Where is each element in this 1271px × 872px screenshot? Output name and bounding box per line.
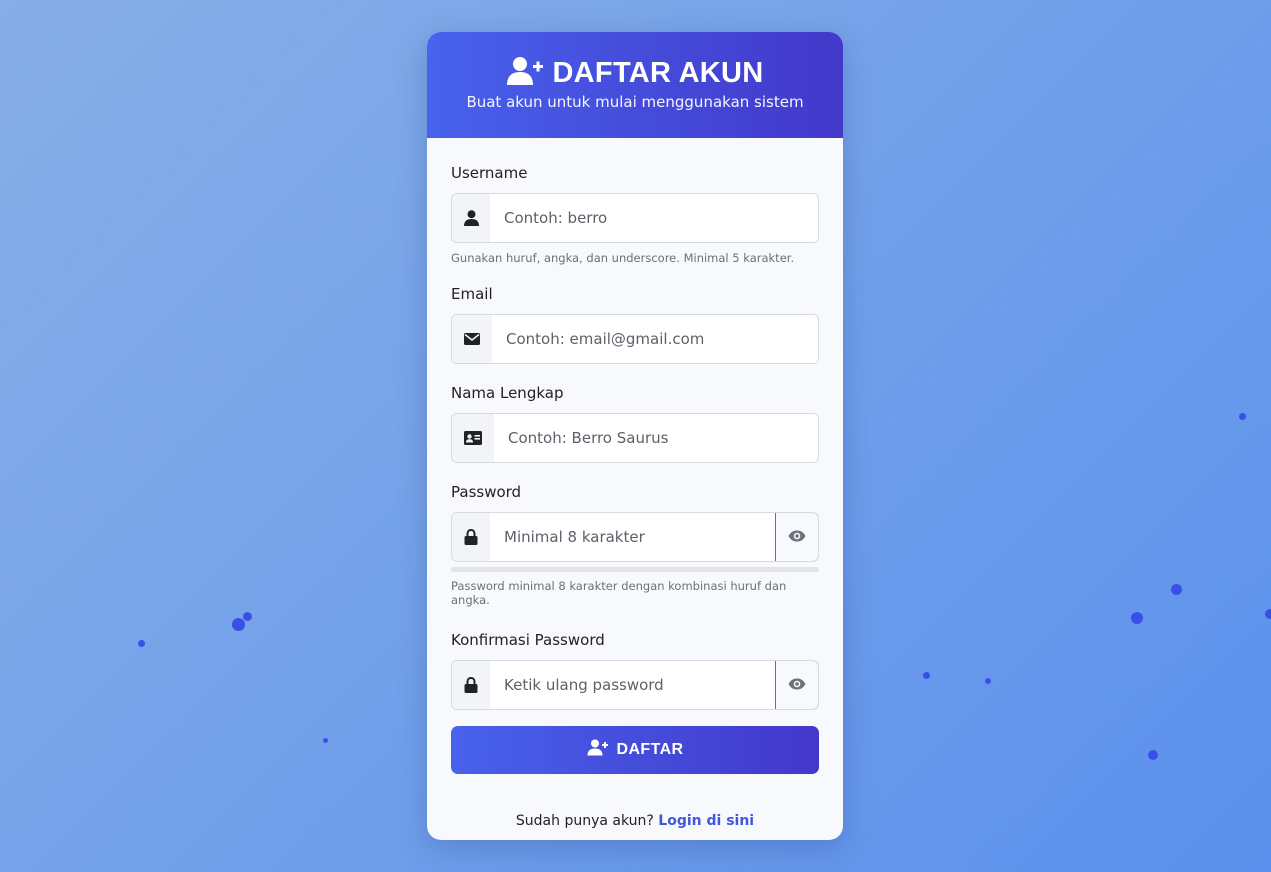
background-particle [1171,584,1182,595]
register-form: Username Gunakan huruf, angka, dan under… [427,138,843,829]
confirm-password-input-row [451,660,819,710]
background-particle [1239,413,1246,420]
password-input-row [451,512,819,562]
username-input[interactable] [490,194,818,242]
toggle-confirm-password-visibility-button[interactable] [775,661,818,709]
password-group: Password Password minimal 8 karakter den… [451,483,819,607]
background-particle [323,738,328,743]
password-input[interactable] [490,513,775,561]
username-input-row [451,193,819,243]
fullname-label: Nama Lengkap [451,384,564,402]
envelope-icon [452,315,492,363]
confirm-password-input[interactable] [490,661,775,709]
background-particle [1265,609,1271,619]
email-label: Email [451,285,493,303]
lock-icon [452,513,490,561]
username-label: Username [451,164,528,182]
fullname-input[interactable] [494,414,818,462]
login-link[interactable]: Login di sini [658,813,754,829]
fullname-group: Nama Lengkap [451,384,819,463]
toggle-password-visibility-button[interactable] [775,513,818,561]
background-particle [232,618,245,631]
background-particle [243,612,252,621]
title-row: DAFTAR AKUN [427,56,843,90]
background-particle [138,640,145,647]
email-input-row [451,314,819,364]
id-card-icon [452,414,494,462]
user-plus-icon [506,56,544,90]
email-input[interactable] [492,315,818,363]
eye-icon [788,530,806,545]
password-strength-meter [451,567,819,572]
background-particle [985,678,991,684]
register-card: DAFTAR AKUN Buat akun untuk mulai menggu… [427,32,843,840]
email-group: Email [451,285,819,364]
background-particle [1131,612,1143,624]
fullname-input-row [451,413,819,463]
background-particle [923,672,930,679]
register-submit-button[interactable]: DAFTAR [451,726,819,774]
username-hint: Gunakan huruf, angka, dan underscore. Mi… [451,251,795,265]
user-icon [452,194,490,242]
username-group: Username Gunakan huruf, angka, dan under… [451,164,819,265]
login-prompt-text: Sudah punya akun? [515,813,654,829]
password-label: Password [451,483,522,501]
eye-icon [788,678,806,693]
register-submit-label: DAFTAR [616,741,684,758]
login-prompt: Sudah punya akun? Login di sini [451,813,819,829]
lock-icon [452,661,490,709]
confirm-password-group: Konfirmasi Password [451,631,819,710]
background-particle [1148,750,1158,760]
card-header: DAFTAR AKUN Buat akun untuk mulai menggu… [427,32,843,138]
page-subtitle: Buat akun untuk mulai menggunakan sistem [466,93,804,111]
page-title: DAFTAR AKUN [552,56,764,89]
confirm-password-label: Konfirmasi Password [451,631,605,649]
password-hint: Password minimal 8 karakter dengan kombi… [451,579,787,607]
user-plus-icon [587,739,608,761]
